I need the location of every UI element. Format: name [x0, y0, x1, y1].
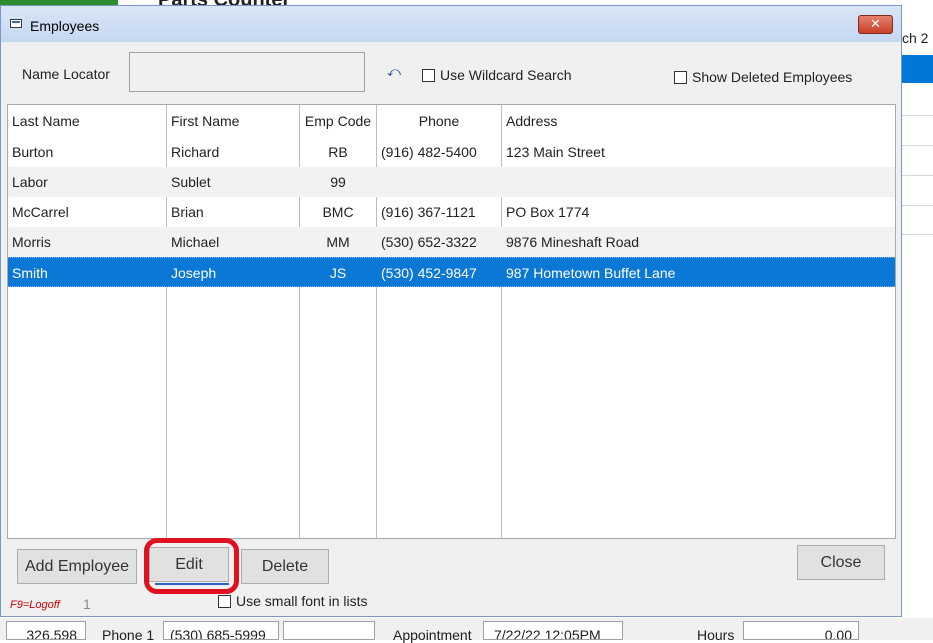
cell-last-name: Labor — [12, 174, 48, 190]
background-value-field: 326,598 — [6, 621, 86, 640]
column-header-phone[interactable]: Phone — [377, 105, 501, 137]
cell-first-name: Richard — [171, 144, 220, 160]
table-row[interactable]: Labor Sublet 99 — [8, 167, 895, 197]
background-row-divider — [902, 205, 933, 206]
dialog-title: Employees — [30, 18, 100, 34]
background-row-divider — [902, 145, 933, 146]
cell-address: PO Box 1774 — [506, 204, 590, 220]
cell-emp-code: BMC — [322, 204, 354, 220]
wildcard-search-checkbox[interactable] — [422, 69, 435, 82]
small-font-checkbox[interactable] — [218, 595, 231, 608]
name-locator-input[interactable] — [129, 52, 365, 92]
cell-first-name: Joseph — [171, 265, 217, 281]
wildcard-search-label[interactable]: Use Wildcard Search — [440, 67, 572, 83]
close-icon[interactable]: ✕ — [858, 15, 893, 34]
undo-icon[interactable]: ⤺ — [387, 66, 401, 80]
background-row-divider — [902, 175, 933, 176]
record-count: 1 — [83, 596, 91, 612]
delete-button[interactable]: Delete — [241, 549, 329, 584]
background-row-divider — [902, 234, 933, 235]
background-right-label: ch 2 — [902, 30, 929, 46]
column-header-first-name[interactable]: First Name — [171, 105, 239, 137]
cell-first-name: Sublet — [171, 174, 211, 190]
show-deleted-label[interactable]: Show Deleted Employees — [692, 69, 852, 85]
background-row-divider — [902, 115, 933, 116]
cell-emp-code: MM — [326, 234, 350, 250]
employees-table[interactable]: Last Name First Name Emp Code Phone Addr… — [7, 104, 896, 539]
cell-emp-code: 99 — [330, 174, 346, 190]
f9-logoff-hint: F9=Logoff — [10, 599, 60, 611]
add-employee-button[interactable]: Add Employee — [17, 549, 137, 584]
cell-first-name: Michael — [171, 234, 220, 250]
background-phone-field: (530) 685-5999 — [163, 621, 279, 640]
employees-dialog: Employees ✕ Name Locator ⤺ Use Wildcard … — [0, 5, 902, 617]
name-locator-label: Name Locator — [22, 66, 110, 82]
cell-last-name: Morris — [12, 234, 51, 250]
cell-last-name: Smith — [12, 265, 48, 281]
cell-emp-code: RB — [328, 144, 348, 160]
edit-highlight-ring — [144, 538, 239, 594]
dialog-content: Name Locator ⤺ Use Wildcard Search Show … — [7, 42, 896, 612]
cell-address: 123 Main Street — [506, 144, 605, 160]
column-header-last-name[interactable]: Last Name — [12, 105, 80, 137]
table-row[interactable]: Burton Richard RB (916) 482-5400 123 Mai… — [8, 137, 895, 167]
background-selected-row — [902, 55, 933, 83]
cell-emp-code: JS — [329, 265, 347, 281]
cell-phone: (530) 452-9847 — [381, 265, 477, 281]
cell-last-name: Burton — [12, 144, 54, 160]
show-deleted-checkbox[interactable] — [674, 71, 687, 84]
close-button[interactable]: Close — [797, 545, 885, 580]
cell-address: 987 Hometown Buffet Lane — [506, 265, 676, 281]
background-hours-field: 0.00 — [743, 621, 859, 640]
small-font-label[interactable]: Use small font in lists — [236, 593, 367, 609]
column-header-address[interactable]: Address — [506, 105, 557, 137]
cell-first-name: Brian — [171, 204, 204, 220]
window-icon — [10, 19, 22, 28]
cell-last-name: McCarrel — [12, 204, 69, 220]
cell-phone: (916) 367-1121 — [381, 204, 476, 220]
table-row-selected[interactable]: Smith Joseph JS (530) 452-9847 987 Homet… — [8, 257, 895, 287]
background-empty-field — [283, 621, 375, 640]
table-row[interactable]: McCarrel Brian BMC (916) 367-1121 PO Box… — [8, 197, 895, 227]
dialog-titlebar[interactable]: Employees ✕ — [1, 6, 901, 42]
cell-phone: (916) 482-5400 — [381, 144, 477, 160]
background-appointment-field: 7/22/22 12:05PM — [483, 621, 623, 640]
table-row[interactable]: Morris Michael MM (530) 652-3322 9876 Mi… — [8, 227, 895, 257]
cell-address: 9876 Mineshaft Road — [506, 234, 640, 250]
column-header-emp-code[interactable]: Emp Code — [300, 105, 376, 137]
cell-phone: (530) 652-3322 — [381, 234, 477, 250]
